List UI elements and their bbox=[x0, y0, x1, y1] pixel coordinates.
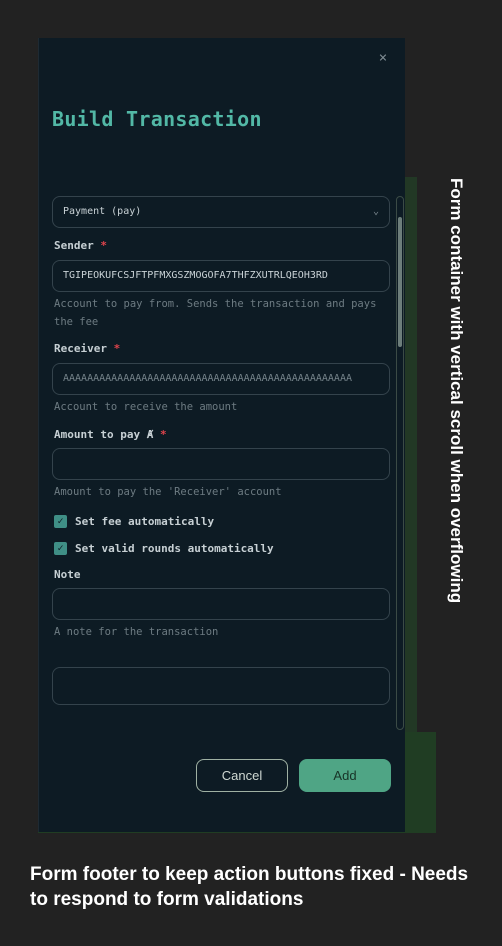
required-mark: * bbox=[113, 342, 121, 355]
receiver-help: Account to receive the amount bbox=[54, 401, 238, 413]
note-label: Note bbox=[54, 568, 81, 581]
chevron-down-icon: ⌄ bbox=[372, 206, 379, 217]
required-mark: * bbox=[100, 239, 107, 252]
close-icon[interactable]: × bbox=[376, 49, 390, 67]
set-fee-checkbox[interactable]: ✓ bbox=[54, 514, 67, 528]
scrollbar-thumb[interactable] bbox=[398, 217, 402, 347]
amount-label: Amount to pay Ⱥ * bbox=[54, 428, 167, 441]
sender-label: Sender * bbox=[54, 239, 107, 252]
note-help: A note for the transaction bbox=[54, 626, 219, 638]
required-mark: * bbox=[159, 428, 167, 441]
transaction-type-select[interactable]: Payment (pay) ⌄ bbox=[52, 196, 390, 228]
sender-help: Account to pay from. Sends the transacti… bbox=[54, 298, 377, 328]
form-scrollbar[interactable] bbox=[396, 196, 404, 730]
amount-help: Amount to pay the 'Receiver' account bbox=[54, 486, 282, 498]
scroll-annotation: Form container with vertical scroll when… bbox=[447, 178, 466, 604]
add-button[interactable]: Add bbox=[299, 759, 391, 792]
amount-input[interactable] bbox=[52, 448, 390, 480]
receiver-label: Receiver * bbox=[54, 342, 121, 355]
algo-unit-icon: Ⱥ bbox=[146, 428, 154, 441]
set-valid-rounds-checkbox[interactable]: ✓ bbox=[54, 541, 67, 555]
receiver-input[interactable]: AAAAAAAAAAAAAAAAAAAAAAAAAAAAAAAAAAAAAAAA… bbox=[52, 363, 390, 395]
transaction-type-value: Payment (pay) bbox=[63, 206, 142, 217]
set-fee-auto-row[interactable]: ✓ Set fee automatically bbox=[54, 514, 214, 528]
set-fee-label: Set fee automatically bbox=[75, 514, 215, 528]
dialog-title: Build Transaction bbox=[52, 107, 262, 131]
cancel-button[interactable]: Cancel bbox=[196, 759, 288, 792]
note-input[interactable] bbox=[52, 588, 390, 620]
sender-input[interactable]: TGIPEOKUFCSJFTPFMXGSZMOGOFA7THFZXUTRLQEO… bbox=[52, 260, 390, 292]
footer-annotation: Form footer to keep action buttons fixed… bbox=[30, 864, 469, 910]
set-valid-rounds-row[interactable]: ✓ Set valid rounds automatically bbox=[54, 541, 274, 555]
set-valid-rounds-label: Set valid rounds automatically bbox=[75, 541, 274, 555]
extra-field-input[interactable] bbox=[52, 667, 390, 705]
